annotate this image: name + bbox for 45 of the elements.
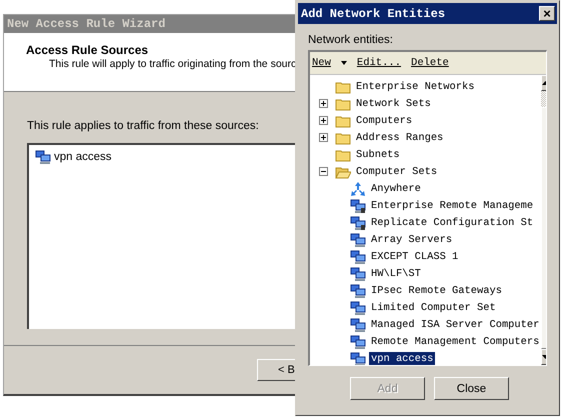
- toolbar-button[interactable]: Delete: [411, 57, 453, 69]
- computers-icon: [350, 248, 366, 264]
- tree-item[interactable]: Limited Computer Set: [369, 300, 498, 314]
- close-button[interactable]: ×: [539, 6, 555, 21]
- computers-icon: [350, 350, 366, 365]
- locked-computers-icon: [350, 214, 366, 230]
- list-label: This rule applies to traffic from these sources:: [27, 120, 260, 132]
- computers-icon: [350, 266, 366, 282]
- tree-item[interactable]: Address Ranges: [354, 130, 446, 144]
- tree-label: Network entities:: [308, 34, 394, 46]
- tree-item[interactable]: Enterprise Networks: [354, 80, 476, 94]
- page-heading: Access Rule Sources: [26, 43, 150, 57]
- computers-icon: [35, 149, 51, 165]
- computers-icon: [350, 334, 366, 350]
- tree-item[interactable]: Replicate Configuration St: [369, 216, 536, 230]
- tree-item[interactable]: HW\LF\ST: [369, 266, 423, 280]
- expand-icon[interactable]: [318, 133, 328, 142]
- source-item[interactable]: vpn access: [54, 151, 112, 163]
- toolbar-button[interactable]: Edit...: [356, 57, 406, 69]
- collapse-icon[interactable]: [318, 167, 328, 176]
- tree-item[interactable]: Array Servers: [369, 232, 454, 246]
- computers-icon: [350, 316, 366, 332]
- close-dialog-button[interactable]: Close: [434, 377, 509, 400]
- tree-item[interactable]: Computer Sets: [354, 164, 440, 178]
- computers-icon: [350, 282, 366, 298]
- tree-item[interactable]: vpn access: [369, 352, 436, 365]
- tree-item[interactable]: Subnets: [354, 148, 402, 162]
- tree-item[interactable]: Network Sets: [354, 96, 433, 110]
- window-title: Add Network Entities: [301, 6, 446, 20]
- computers-icon: [350, 300, 366, 316]
- tree-item[interactable]: Computers: [354, 114, 414, 128]
- tree-item[interactable]: Anywhere: [369, 182, 423, 196]
- expand-icon[interactable]: [318, 116, 328, 125]
- tree-item[interactable]: Remote Management Computers: [369, 334, 542, 348]
- caret-icon: [340, 61, 347, 65]
- tree-item[interactable]: Managed ISA Server Computer: [369, 318, 542, 332]
- toolbar-button[interactable]: New: [312, 57, 351, 69]
- computers-icon: [350, 232, 366, 248]
- page-description: This rule will apply to traffic originating from the sourc: [48, 58, 298, 70]
- tree-item[interactable]: EXCEPT CLASS 1: [369, 250, 460, 264]
- locked-computers-icon: [350, 198, 366, 214]
- tree-item[interactable]: IPsec Remote Gateways: [369, 284, 504, 298]
- arrows-icon: [350, 180, 366, 196]
- tree-item[interactable]: Enterprise Remote Manageme: [369, 198, 536, 212]
- expand-icon[interactable]: [318, 99, 328, 108]
